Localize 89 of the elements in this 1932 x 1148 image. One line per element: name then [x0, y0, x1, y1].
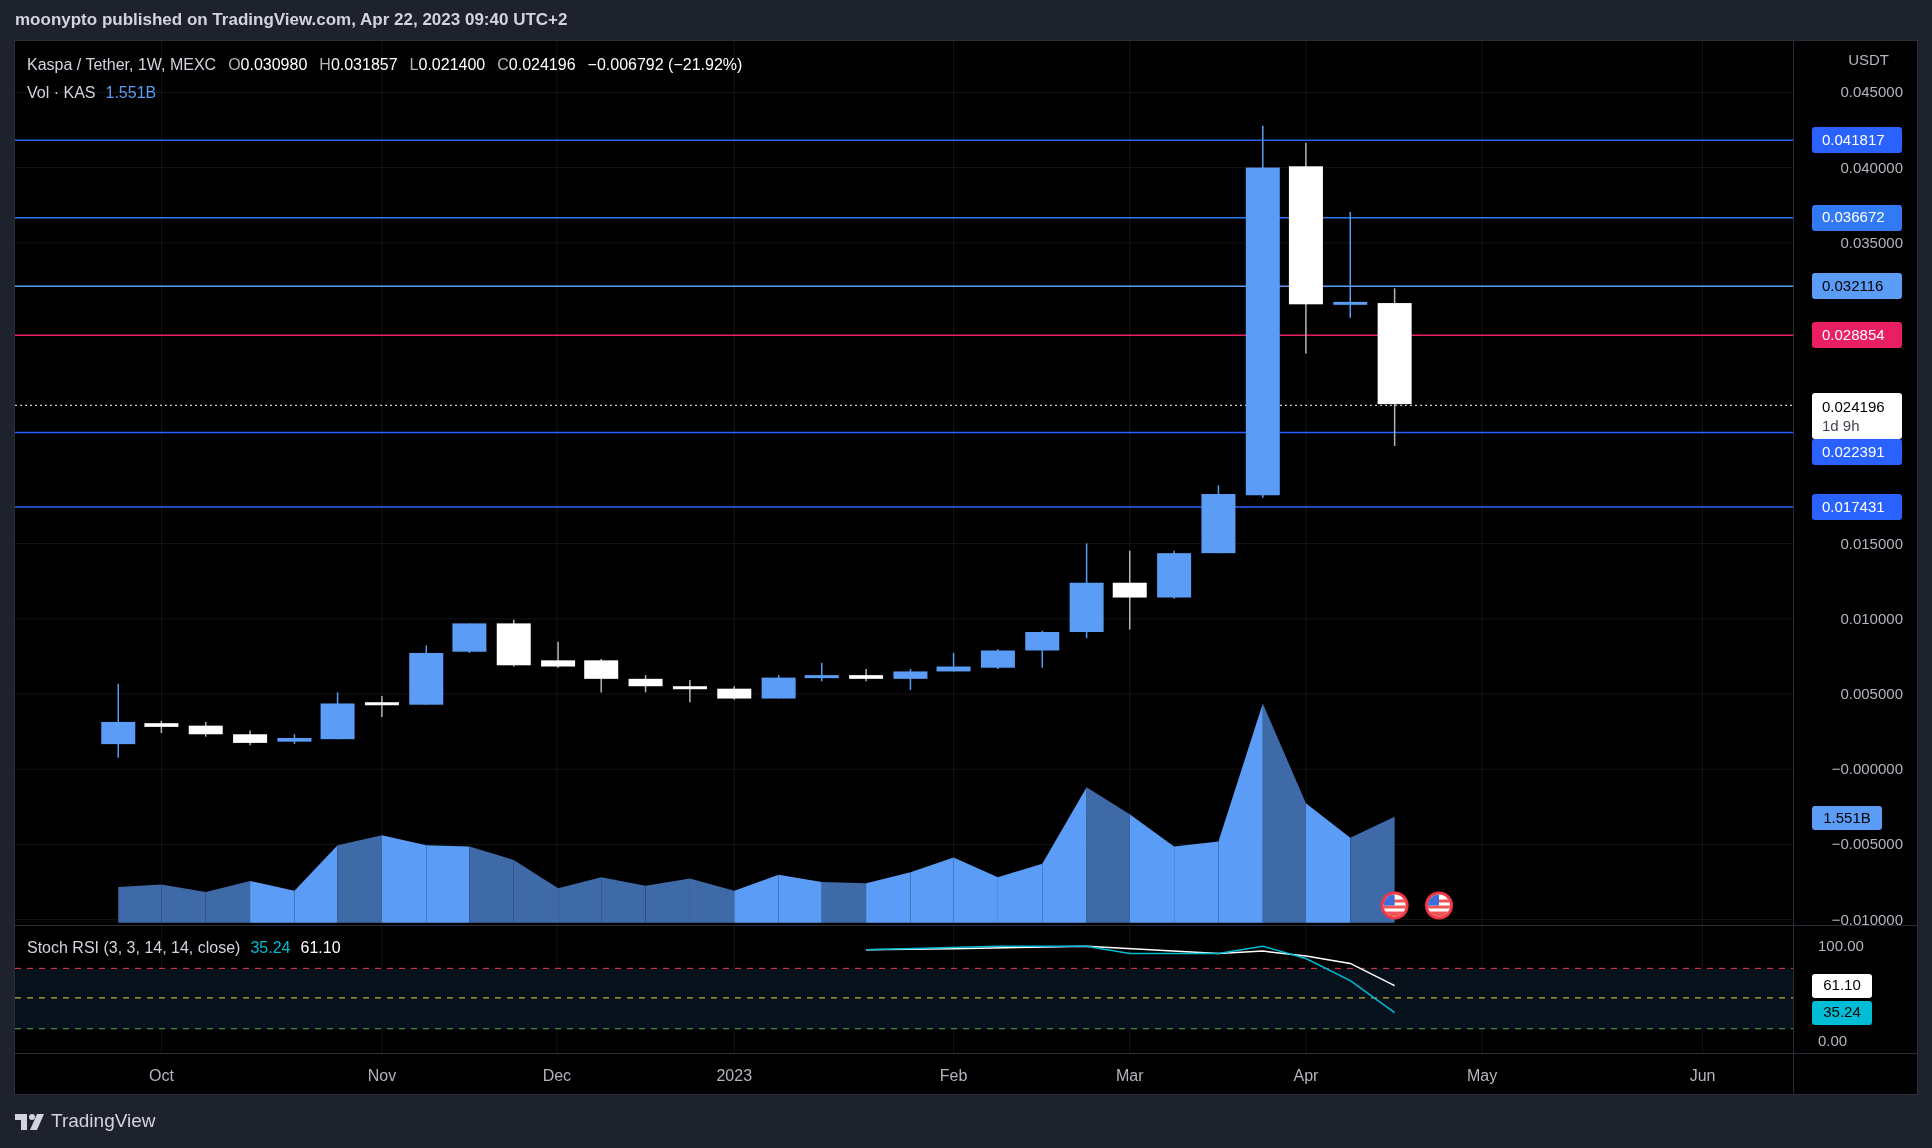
- volume-segment: [161, 884, 206, 923]
- volume-segment: [778, 874, 822, 923]
- candle: [541, 641, 576, 669]
- time-axis-label: Feb: [939, 1066, 968, 1086]
- candle: [320, 691, 355, 740]
- candle: [672, 679, 707, 703]
- ohlc-value: H0.031857: [319, 55, 398, 75]
- candle: [409, 644, 444, 706]
- stoch-tick-label: 0.00: [1818, 1032, 1848, 1050]
- volume-value: 1.551B: [105, 83, 157, 103]
- ohlc-value: C0.024196: [497, 55, 576, 75]
- price-label: 0.036672: [1812, 204, 1902, 231]
- time-axis-label: Dec: [542, 1066, 572, 1086]
- price-tick-label: 0.045000: [1840, 83, 1903, 102]
- price-label: 0.022391: [1812, 439, 1902, 466]
- volume-segment: [689, 878, 735, 923]
- volume-segment: [910, 857, 954, 923]
- bar-countdown: 1d 9h: [1822, 416, 1861, 436]
- price-level-line[interactable]: [15, 285, 1793, 287]
- time-axis-label: Nov: [367, 1066, 397, 1086]
- ohlc-value: L0.021400: [409, 55, 486, 75]
- price-tick-label: 0.015000: [1840, 534, 1903, 553]
- candle: [496, 618, 531, 668]
- candle: [893, 668, 928, 691]
- volume-title[interactable]: Vol · KAS: [27, 81, 96, 105]
- volume-segment: [821, 882, 867, 923]
- candle: [1157, 549, 1192, 600]
- candle: [144, 719, 179, 734]
- price-label: 0.017431: [1812, 494, 1902, 521]
- price-level-line[interactable]: [15, 216, 1793, 219]
- time-axis-label: May: [1467, 1066, 1498, 1086]
- price-label: 0.041817: [1812, 127, 1902, 154]
- price-level-line[interactable]: [15, 431, 1793, 434]
- volume-segment: [601, 877, 646, 923]
- stoch-k-value: 35.24: [250, 938, 291, 958]
- candle: [761, 674, 796, 700]
- volume-segment: [513, 859, 559, 923]
- price-change: −0.006792 (−21.92%): [587, 55, 743, 75]
- candle: [849, 668, 884, 683]
- price-tick-label: 0.010000: [1840, 609, 1903, 628]
- price-tick-label: 0.035000: [1840, 233, 1903, 252]
- stoch-d-value: 61.10: [300, 938, 341, 958]
- volume-segment: [118, 884, 162, 923]
- candle: [364, 695, 399, 718]
- stoch-tick-label: 100.00: [1818, 937, 1864, 955]
- flag-icon[interactable]: [1380, 891, 1409, 920]
- candle: [980, 648, 1015, 670]
- volume-label: 1.551B: [1812, 806, 1882, 831]
- volume-segment: [953, 857, 998, 923]
- stoch-k-label: 35.24: [1812, 1000, 1872, 1025]
- volume-segment: [205, 880, 251, 923]
- time-axis-label: Apr: [1293, 1066, 1319, 1086]
- price-label: 0.028854: [1812, 322, 1902, 349]
- symbol-title[interactable]: Kaspa / Tether, 1W, MEXC: [27, 53, 217, 77]
- candle: [1025, 630, 1060, 669]
- candle: [804, 662, 839, 683]
- candle: [1201, 484, 1236, 554]
- ohlc-value: O0.030980: [228, 55, 308, 75]
- candle: [188, 721, 223, 738]
- price-tick-label: 0.040000: [1840, 158, 1903, 177]
- price-tick-label: 0.005000: [1840, 685, 1903, 703]
- volume-segment: [866, 872, 911, 923]
- price-tick-label: −0.005000: [1831, 835, 1903, 854]
- brand-name: TradingView: [51, 1109, 156, 1134]
- publish-info: moonypto published on TradingView.com, Apr 22, 2023 09:40 UTC+2: [15, 9, 568, 32]
- candle: [584, 658, 619, 694]
- stoch-d-label: 61.10: [1812, 973, 1872, 998]
- logo-icon: [15, 1113, 45, 1130]
- price-label: 0.032116: [1812, 273, 1902, 300]
- candle: [936, 652, 971, 673]
- flag-icon[interactable]: [1425, 891, 1453, 920]
- volume-segment: [645, 878, 690, 923]
- volume-segment: [734, 874, 779, 923]
- time-axis-label: Oct: [148, 1066, 174, 1086]
- currency-label: USDT: [1848, 50, 1889, 70]
- candle: [452, 622, 487, 654]
- volume-segment: [558, 877, 602, 923]
- time-axis-label: Jun: [1689, 1066, 1716, 1086]
- candle: [277, 733, 312, 745]
- time-axis-label: 2023: [716, 1066, 753, 1086]
- indicator-title[interactable]: Stoch RSI (3, 3, 14, 14, close): [27, 936, 241, 960]
- candle: [233, 729, 268, 747]
- candle: [628, 674, 663, 694]
- time-axis-label: Mar: [1115, 1066, 1144, 1086]
- last-price: 0.024196: [1822, 397, 1886, 417]
- candle: [717, 685, 752, 701]
- price-tick-label: −0.000000: [1831, 760, 1903, 779]
- price-tick-label: −0.010000: [1831, 910, 1903, 929]
- price-level-line[interactable]: [15, 334, 1793, 336]
